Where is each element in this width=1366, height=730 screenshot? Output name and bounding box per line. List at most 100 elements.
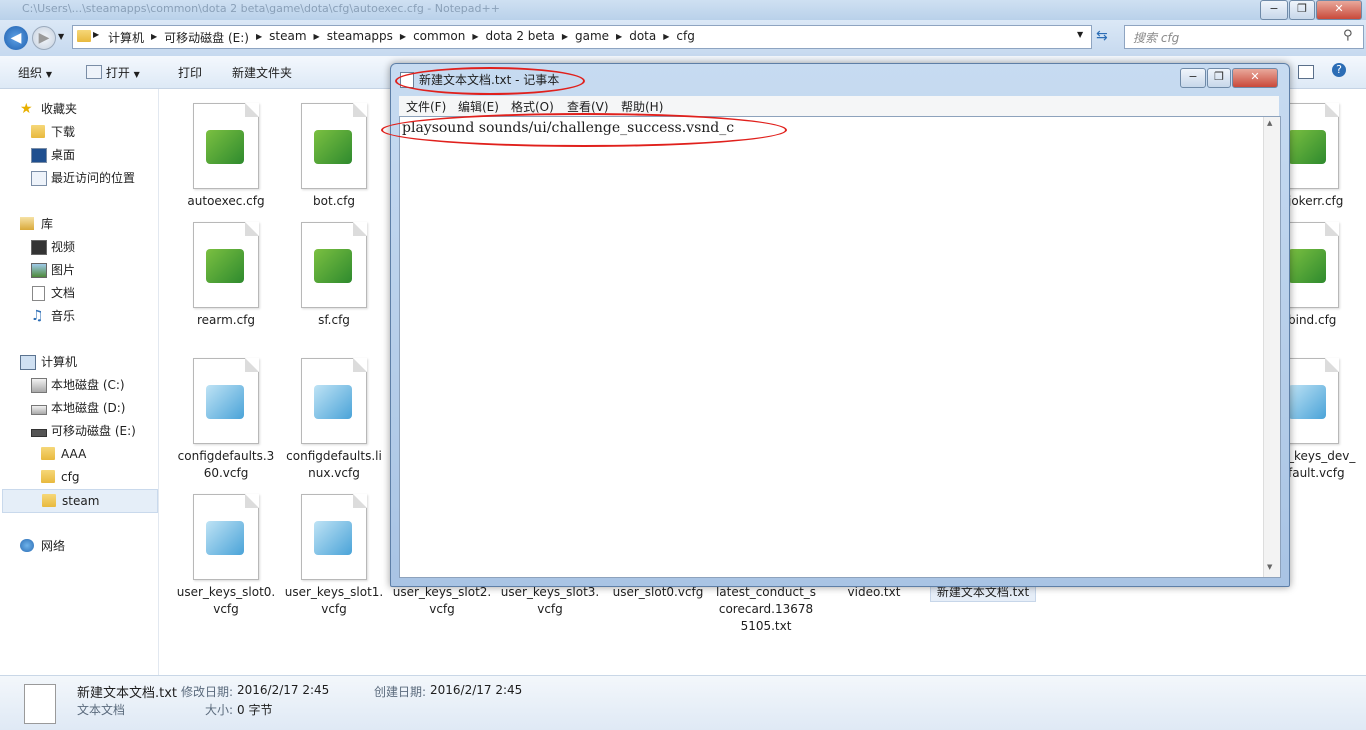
file-icon-sf[interactable] (301, 222, 367, 308)
refresh-icon[interactable]: ⇆ (1096, 28, 1108, 44)
print-button[interactable]: 打印 (178, 64, 202, 81)
file-label-configdefaults-linux[interactable]: configdefaults.li nux.vcfg (280, 448, 388, 482)
file-label-user-keys-default[interactable]: _keys_dev_ fault.vcfg (1288, 448, 1355, 482)
sidebar-item-pictures[interactable]: 图片 (0, 259, 158, 281)
menu-file[interactable]: 文件(F) (406, 98, 446, 115)
sidebar-item-steam[interactable]: steam (2, 489, 158, 513)
crumb-cfg[interactable]: cfg (671, 29, 699, 46)
file-icon-configdefaults360[interactable] (193, 358, 259, 444)
file-label-autoexec[interactable]: autoexec.cfg (172, 193, 280, 210)
file-label-line: vcfg (429, 602, 455, 616)
back-arrow-icon[interactable]: ◀ (4, 26, 28, 50)
crumb-separator-icon[interactable]: ▶ (614, 29, 624, 46)
file-icon-bind[interactable] (1286, 222, 1339, 308)
file-label-line: vcfg (321, 602, 347, 616)
crumb-separator-icon[interactable]: ▶ (93, 30, 99, 39)
crumb-separator-icon[interactable]: ▶ (398, 29, 408, 46)
libraries-icon (20, 217, 34, 230)
crumb-drive-e[interactable]: 可移动磁盘 (E:) (159, 29, 254, 46)
sidebar-item-downloads[interactable]: 下载 (0, 121, 158, 143)
notepad-minimize-button[interactable]: − (1180, 68, 1206, 88)
menu-edit[interactable]: 编辑(E) (458, 98, 499, 115)
text-file-icon (24, 684, 56, 724)
file-label-user-keys-slot2[interactable]: user_keys_slot2. vcfg (388, 584, 496, 618)
crumb-separator-icon[interactable]: ▶ (661, 29, 671, 46)
crumb-separator-icon[interactable]: ▶ (254, 29, 264, 46)
file-label-jokerr[interactable]: jokerr.cfg (1288, 193, 1343, 210)
sidebar-item-desktop[interactable]: 桌面 (0, 144, 158, 166)
crumb-separator-icon[interactable]: ▶ (560, 29, 570, 46)
highlight-ring-content (381, 113, 787, 147)
crumb-steamapps[interactable]: steamapps (322, 29, 398, 46)
breadcrumb: 计算机 ▶ 可移动磁盘 (E:) ▶ steam ▶ steamapps ▶ commo… (103, 29, 700, 46)
sidebar-item-favorites[interactable]: ★ 收藏夹 (0, 98, 158, 120)
file-icon-user-keys-slot1[interactable] (301, 494, 367, 580)
sidebar-item-cfg[interactable]: cfg (0, 466, 158, 488)
sidebar-item-computer[interactable]: 计算机 (0, 351, 158, 373)
sidebar-label: 计算机 (41, 355, 78, 369)
crumb-dota2beta[interactable]: dota 2 beta (481, 29, 560, 46)
organize-button[interactable]: 组织 ▼ (18, 64, 52, 81)
notepad-text-area[interactable]: playsound sounds/ui/challenge_success.vs… (399, 116, 1281, 578)
notepad-close-button[interactable]: ✕ (1232, 68, 1278, 88)
file-icon-configdefaults-linux[interactable] (301, 358, 367, 444)
file-label-line: fault.vcfg (1288, 466, 1345, 480)
search-icon[interactable]: ⚲ (1343, 28, 1353, 43)
file-label-user-keys-slot0[interactable]: user_keys_slot0. vcfg (172, 584, 280, 618)
crumb-separator-icon[interactable]: ▶ (312, 29, 322, 46)
file-icon-autoexec[interactable] (193, 103, 259, 189)
sidebar-item-drive-e[interactable]: 可移动磁盘 (E:) (0, 420, 158, 442)
preview-pane-icon[interactable] (1298, 65, 1314, 79)
file-label-rearm[interactable]: rearm.cfg (172, 312, 280, 329)
sidebar-item-libraries[interactable]: 库 (0, 213, 158, 235)
sidebar-label: 音乐 (51, 309, 76, 323)
address-dropdown-chevron-icon[interactable]: ▼ (1077, 30, 1083, 39)
help-icon[interactable]: ? (1332, 63, 1346, 77)
sidebar-item-music[interactable]: ♫ 音乐 (0, 305, 158, 327)
sidebar-item-aaa[interactable]: AAA (0, 443, 158, 465)
vertical-scrollbar[interactable]: ▲ ▼ (1263, 117, 1280, 577)
forward-arrow-icon[interactable]: ▶ (32, 26, 56, 50)
file-icon-rearm[interactable] (193, 222, 259, 308)
search-input[interactable]: 搜索 cfg ⚲ (1124, 25, 1364, 49)
scroll-down-arrow-icon[interactable]: ▼ (1267, 563, 1272, 571)
explorer-title-bar: C:\Users\...\steamapps\common\dota 2 bet… (0, 0, 1366, 20)
file-icon-bot[interactable] (301, 103, 367, 189)
minimize-button[interactable]: − (1260, 0, 1288, 20)
sidebar-label: 最近访问的位置 (51, 171, 136, 185)
file-icon-user-keys-slot0[interactable] (193, 494, 259, 580)
notepad-restore-button[interactable]: ❐ (1207, 68, 1231, 88)
open-button[interactable]: 打开 ▼ (86, 64, 140, 81)
sidebar-item-network[interactable]: 网络 (0, 535, 158, 557)
file-label-sf[interactable]: sf.cfg (280, 312, 388, 329)
restore-button[interactable]: ❐ (1289, 0, 1315, 20)
crumb-game[interactable]: game (570, 29, 614, 46)
file-icon-jokerr[interactable] (1286, 103, 1339, 189)
close-button[interactable]: ✕ (1316, 0, 1362, 20)
crumb-common[interactable]: common (408, 29, 470, 46)
sidebar-label: 桌面 (51, 148, 76, 162)
pictures-icon (31, 263, 47, 278)
sidebar-item-drive-d[interactable]: 本地磁盘 (D:) (0, 397, 158, 419)
notepad-window[interactable]: 新建文本文档.txt - 记事本 − ❐ ✕ 文件(F) 编辑(E) 格式(O)… (381, 63, 1290, 587)
file-label-user-keys-slot3[interactable]: user_keys_slot3. vcfg (496, 584, 604, 618)
sidebar-item-videos[interactable]: 视频 (0, 236, 158, 258)
file-label-bot[interactable]: bot.cfg (280, 193, 388, 210)
crumb-separator-icon[interactable]: ▶ (470, 29, 480, 46)
sidebar-item-recent[interactable]: 最近访问的位置 (0, 167, 158, 189)
file-label-configdefaults360[interactable]: configdefaults.3 60.vcfg (172, 448, 280, 482)
crumb-computer[interactable]: 计算机 (103, 29, 149, 46)
sidebar-item-documents[interactable]: 文档 (0, 282, 158, 304)
file-label-user-keys-slot1[interactable]: user_keys_slot1. vcfg (280, 584, 388, 618)
file-label-bind[interactable]: bind.cfg (1288, 312, 1336, 329)
new-folder-button[interactable]: 新建文件夹 (232, 64, 292, 81)
recent-pages-chevron-icon[interactable]: ▼ (58, 32, 64, 41)
crumb-dota[interactable]: dota (624, 29, 661, 46)
file-label-latest-conduct-scorecard[interactable]: latest_conduct_s corecard.13678 5105.txt (712, 584, 820, 635)
crumb-separator-icon[interactable]: ▶ (149, 29, 159, 46)
address-bar[interactable]: ▶ 计算机 ▶ 可移动磁盘 (E:) ▶ steam ▶ steamapps ▶ com… (72, 25, 1092, 49)
scroll-up-arrow-icon[interactable]: ▲ (1267, 119, 1272, 127)
file-icon-user-keys-default[interactable] (1286, 358, 1339, 444)
sidebar-item-drive-c[interactable]: 本地磁盘 (C:) (0, 374, 158, 396)
crumb-steam[interactable]: steam (264, 29, 311, 46)
